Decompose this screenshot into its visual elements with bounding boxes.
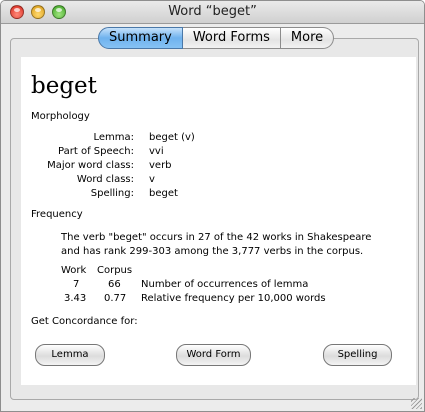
summary-panel: beget Morphology Lemma: beget (v) Part o… — [21, 57, 416, 385]
morph-value: beget — [149, 188, 178, 199]
morph-label: Lemma: — [93, 132, 134, 143]
concordance-label: Get Concordance for: — [31, 316, 138, 327]
morph-label: Spelling: — [90, 188, 134, 199]
table-cell-work: 7 — [73, 279, 80, 290]
morph-label: Major word class: — [47, 160, 134, 171]
morph-value: beget (v) — [149, 132, 195, 143]
morph-label: Word class: — [76, 174, 134, 185]
frequency-heading: Frequency — [31, 209, 83, 220]
morphology-heading: Morphology — [31, 111, 90, 122]
table-header-work: Work — [61, 265, 87, 276]
table-header-corpus: Corpus — [97, 265, 133, 276]
table-cell-corpus: 0.77 — [104, 293, 127, 304]
title-bar[interactable]: Word “beget” — [1, 1, 424, 24]
morph-label: Part of Speech: — [58, 146, 134, 157]
tab-word-forms[interactable]: Word Forms — [182, 27, 281, 49]
table-cell-description: Number of occurrences of lemma — [141, 279, 309, 290]
morph-value: v — [149, 174, 155, 185]
word-form-concordance-button[interactable]: Word Form — [176, 344, 251, 366]
spelling-concordance-button[interactable]: Spelling — [323, 344, 392, 366]
table-cell-description: Relative frequency per 10,000 words — [141, 293, 326, 304]
app-window: Word “beget” Summary Word Forms More beg… — [0, 0, 425, 412]
morph-value: verb — [149, 160, 172, 171]
lemma-concordance-button[interactable]: Lemma — [35, 344, 105, 366]
table-cell-work: 3.43 — [64, 293, 87, 304]
table-cell-corpus: 66 — [108, 279, 121, 290]
resize-grip-icon[interactable] — [411, 398, 422, 409]
window-title: Word “beget” — [168, 4, 257, 19]
word-heading: beget — [31, 73, 97, 99]
tab-summary[interactable]: Summary — [98, 27, 183, 49]
morph-value: vvi — [149, 146, 164, 157]
tab-more[interactable]: More — [280, 27, 335, 49]
frequency-description: The verb "beget" occurs in 27 of the 42 … — [61, 232, 372, 257]
tab-bar: Summary Word Forms More — [98, 27, 335, 49]
